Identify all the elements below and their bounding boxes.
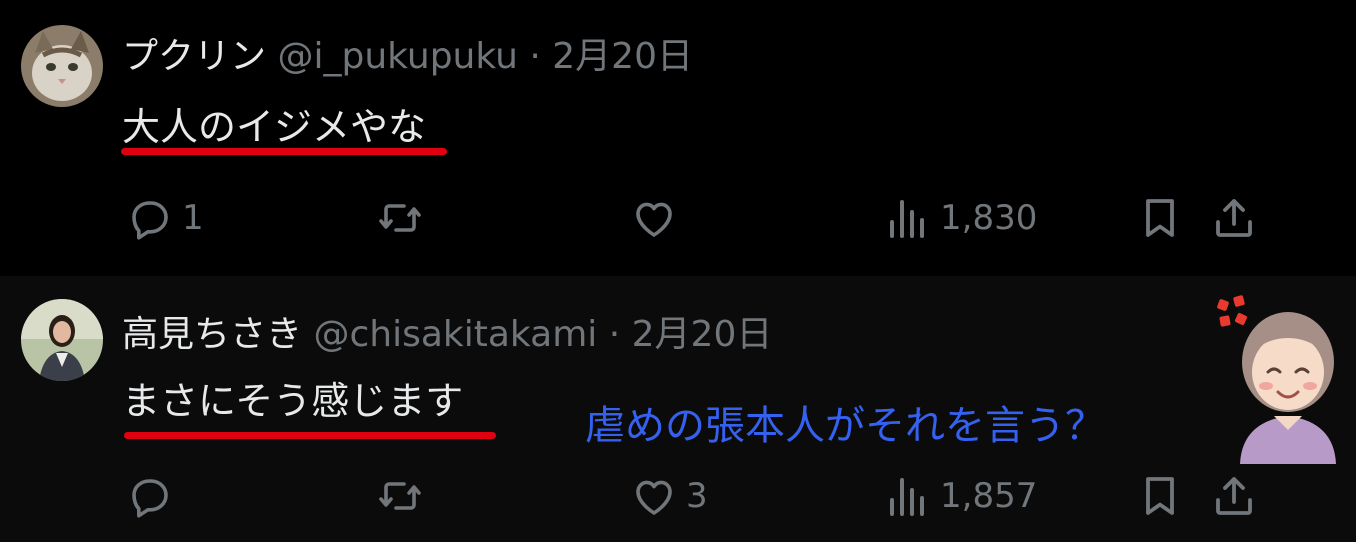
bookmark-button[interactable]	[1136, 466, 1184, 526]
post-text: 大人のイジメやな	[122, 105, 427, 149]
like-button[interactable]	[630, 188, 686, 248]
post-1[interactable]: プクリン @i_pukupuku · 2月20日 大人のイジメやな 1 1,83…	[0, 0, 1356, 276]
share-icon	[1216, 477, 1252, 515]
woman-avatar-image	[21, 299, 103, 381]
bookmark-icon	[1146, 199, 1174, 237]
post-text: まさにそう感じます	[122, 379, 464, 423]
bookmark-icon	[1146, 477, 1174, 515]
reply-icon	[132, 201, 168, 240]
post-date[interactable]: 2月20日	[552, 36, 693, 77]
post-date[interactable]: 2月20日	[632, 314, 773, 355]
reply-button[interactable]	[126, 466, 182, 526]
share-button[interactable]	[1210, 466, 1258, 526]
display-name[interactable]: 高見ちさき	[122, 314, 302, 355]
red-underline-annotation	[124, 432, 496, 439]
separator-dot: ·	[608, 314, 621, 355]
views-count: 1,830	[940, 198, 1038, 238]
reply-count: 1	[182, 198, 204, 238]
retweet-icon	[379, 204, 421, 232]
retweet-button[interactable]	[376, 188, 432, 248]
like-count: 3	[686, 476, 708, 516]
overlay-comment: 虐めの張本人がそれを言う？	[585, 403, 1105, 449]
retweet-icon	[379, 482, 421, 510]
views-icon	[890, 478, 924, 516]
retweet-button[interactable]	[376, 466, 432, 526]
avatar-woman[interactable]	[21, 299, 103, 381]
post-header: プクリン @i_pukupuku · 2月20日	[122, 35, 693, 79]
user-handle[interactable]: @i_pukupuku	[277, 36, 517, 77]
cat-avatar-image	[21, 25, 103, 107]
views-count: 1,857	[940, 476, 1038, 516]
anger-mark-icon	[1217, 295, 1247, 327]
user-handle[interactable]: @chisakitakami	[313, 314, 597, 355]
reply-icon	[132, 479, 168, 518]
action-bar: 1 1,830	[0, 188, 1356, 248]
like-icon	[636, 480, 672, 515]
separator-dot: ·	[529, 36, 541, 77]
angry-grandma-illustration	[1217, 295, 1336, 464]
views-icon	[890, 200, 924, 238]
avatar-cat[interactable]	[21, 25, 103, 107]
share-button[interactable]	[1210, 188, 1258, 248]
reply-button[interactable]: 1	[126, 188, 204, 248]
post-header: 高見ちさき @chisakitakami · 2月20日	[122, 313, 772, 357]
views-button[interactable]: 1,857	[884, 466, 1037, 526]
red-underline-annotation	[121, 148, 447, 155]
share-icon	[1216, 199, 1252, 237]
like-button[interactable]: 3	[630, 466, 708, 526]
like-icon	[636, 202, 672, 237]
display-name[interactable]: プクリン	[122, 36, 266, 77]
action-bar: 3 1,857	[0, 466, 1356, 526]
views-button[interactable]: 1,830	[884, 188, 1037, 248]
bookmark-button[interactable]	[1136, 188, 1184, 248]
